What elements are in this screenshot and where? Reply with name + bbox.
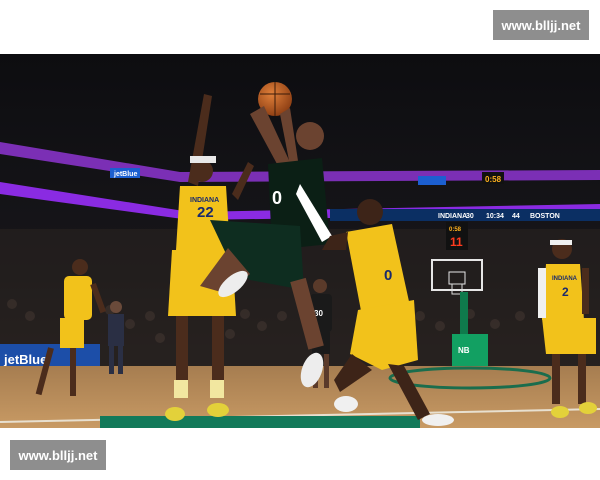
ribbon-clock: 10:34 — [486, 213, 504, 220]
upper-ribbon-score: 0:58 — [485, 175, 502, 184]
shot-clock: 11 — [450, 235, 463, 249]
watermark-bottom: www.blljj.net — [10, 440, 106, 470]
far-right-team: INDIANA — [552, 276, 578, 282]
shot-clock-top: 0:58 — [449, 227, 462, 233]
courtside-ad-text: jetBlue — [3, 352, 47, 367]
ribbon-score-away: 44 — [512, 213, 520, 220]
upper-ribbon-brand: jetBlue — [113, 171, 137, 178]
basketball-game-photo: jetBlue 0:58 INDIANA 30 10:34 44 BOSTON … — [0, 54, 600, 428]
ribbon-team-home: INDIANA — [438, 213, 467, 220]
far-right-number: 2 — [562, 285, 569, 299]
left-defender-team: INDIANA — [190, 197, 219, 204]
stanchion-logo: NB — [458, 346, 470, 355]
shooter-number: 0 — [272, 188, 282, 208]
left-defender-number: 22 — [197, 204, 214, 221]
court-floor — [0, 366, 600, 428]
ribbon-team-away: BOSTON — [530, 213, 560, 220]
ribbon-score-home: 30 — [466, 213, 474, 220]
right-defender-number: 0 — [384, 267, 392, 284]
watermark-top: www.blljj.net — [493, 10, 589, 40]
